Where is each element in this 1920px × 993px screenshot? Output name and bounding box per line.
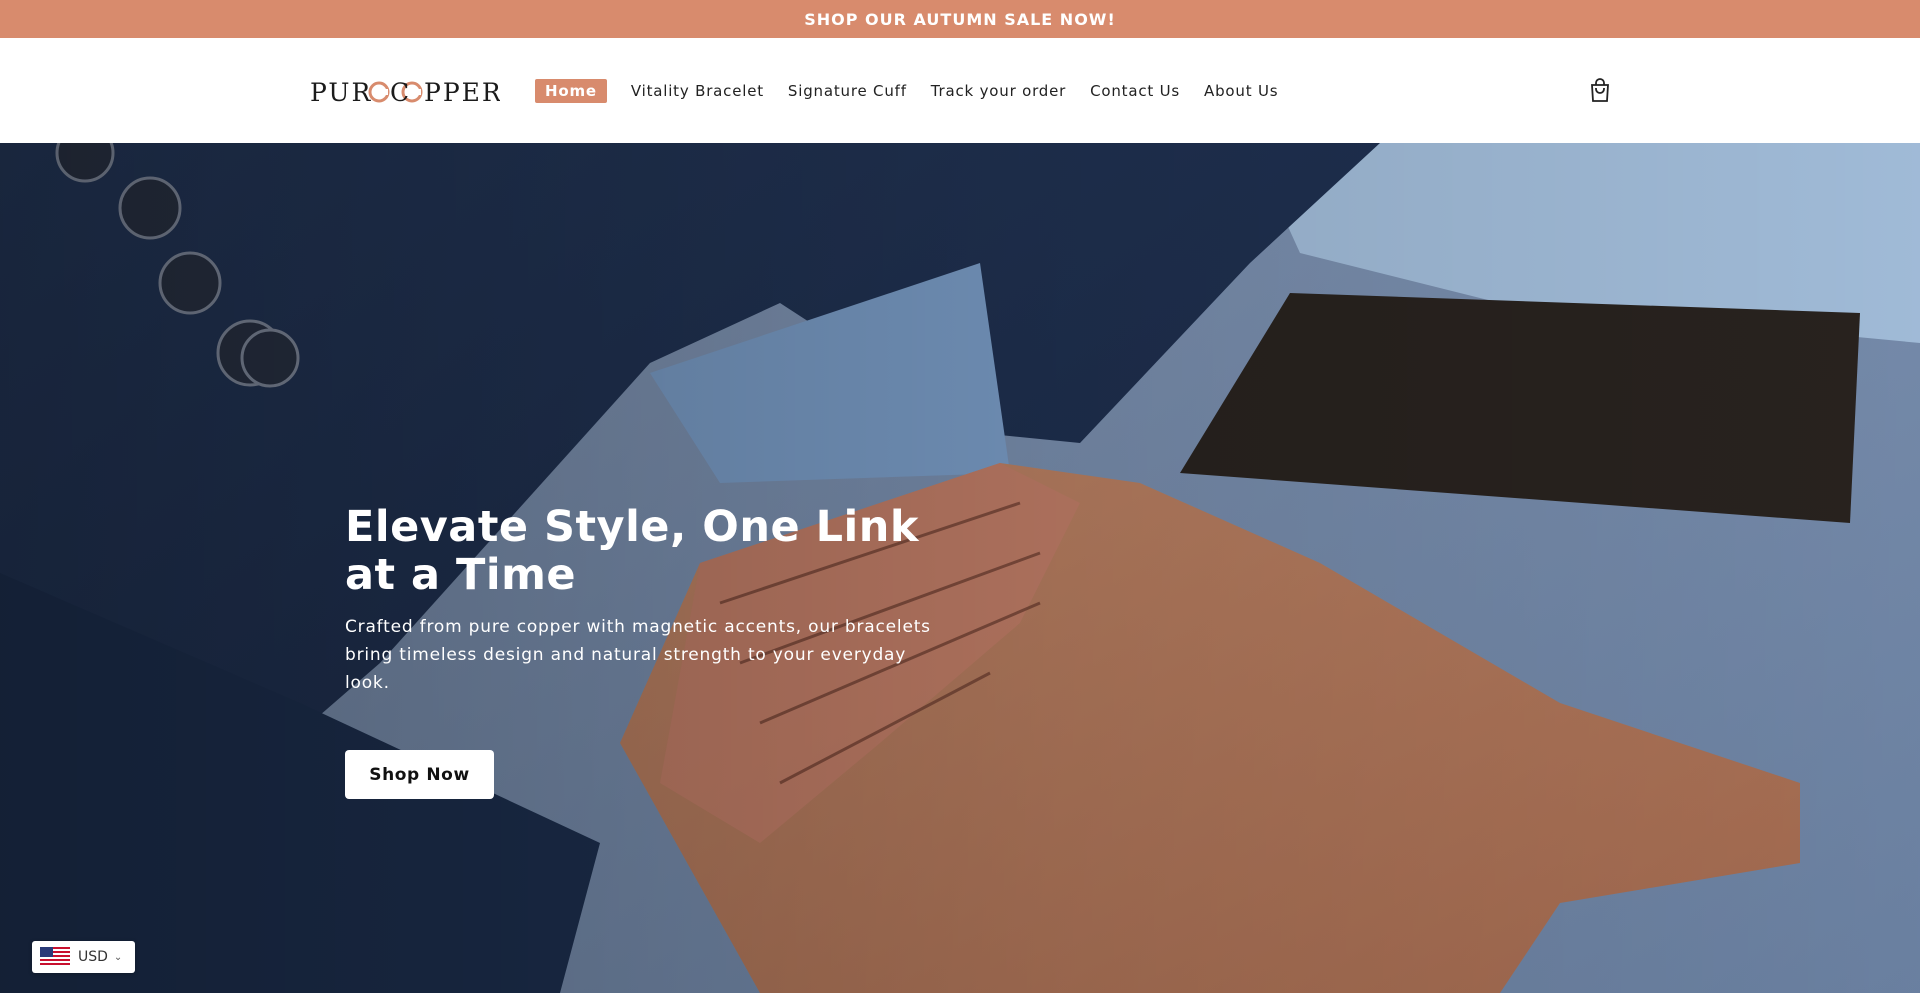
nav-track-order[interactable]: Track your order — [931, 79, 1066, 103]
hero-title: Elevate Style, One Link at a Time — [345, 502, 919, 600]
nav-signature-cuff[interactable]: Signature Cuff — [788, 79, 907, 103]
hero-content: Elevate Style, One Link at a Time Crafte… — [345, 502, 965, 799]
nav-contact-us[interactable]: Contact Us — [1090, 79, 1180, 103]
currency-code: USD — [78, 949, 108, 965]
shopping-bag-icon — [1591, 78, 1609, 102]
hero-banner: Elevate Style, One Link at a Time Crafte… — [0, 143, 1920, 993]
nav-vitality-bracelet[interactable]: Vitality Bracelet — [631, 79, 764, 103]
nav-about-us[interactable]: About Us — [1204, 79, 1278, 103]
announcement-text[interactable]: SHOP OUR AUTUMN SALE NOW! — [804, 10, 1116, 29]
announcement-bar[interactable]: SHOP OUR AUTUMN SALE NOW! — [0, 0, 1920, 38]
nav-home[interactable]: Home — [535, 79, 607, 103]
logo[interactable]: PUR PPER C — [310, 77, 500, 107]
chevron-down-icon: ⌄ — [113, 951, 123, 963]
us-flag-icon — [40, 947, 70, 967]
logo-wordmark-icon: PUR PPER C — [310, 78, 500, 107]
site-header: PUR PPER C Home Vitality Bracelet Signat… — [0, 38, 1920, 143]
svg-text:PPER: PPER — [424, 78, 500, 107]
svg-text:C: C — [390, 78, 411, 107]
svg-text:PUR: PUR — [310, 78, 372, 107]
currency-selector[interactable]: USD ⌄ — [32, 941, 135, 973]
main-nav: Home Vitality Bracelet Signature Cuff Tr… — [535, 78, 1302, 104]
cart-button[interactable] — [1588, 77, 1612, 103]
hero-subtitle: Crafted from pure copper with magnetic a… — [345, 617, 931, 693]
shop-now-button[interactable]: Shop Now — [345, 750, 494, 799]
